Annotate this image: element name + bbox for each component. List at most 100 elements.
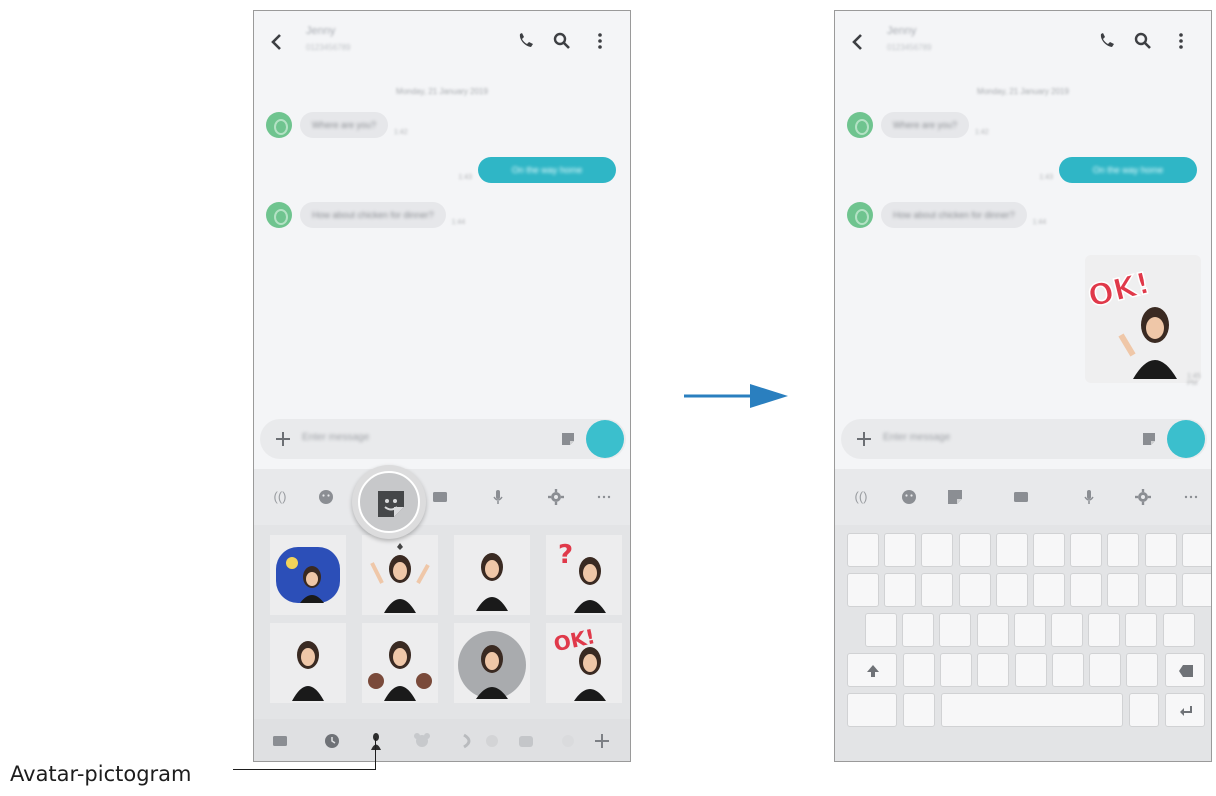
key[interactable] <box>1089 653 1121 687</box>
key[interactable] <box>903 653 935 687</box>
key[interactable] <box>940 653 973 687</box>
avatar-pictogram-icon[interactable] <box>366 731 386 751</box>
more-icon[interactable] <box>590 31 610 51</box>
more-icon[interactable] <box>1171 31 1191 51</box>
avatar-sticker[interactable] <box>270 623 346 703</box>
key[interactable] <box>976 613 1009 647</box>
settings-icon[interactable] <box>546 487 566 507</box>
call-icon[interactable] <box>1097 31 1117 51</box>
bixby-vision-icon[interactable]: (() <box>851 487 871 507</box>
back-icon[interactable] <box>847 31 869 53</box>
key[interactable] <box>884 533 917 567</box>
sticker-pack-icon[interactable] <box>516 731 536 751</box>
backspace-key[interactable] <box>1165 653 1205 687</box>
key[interactable] <box>1014 653 1047 687</box>
key[interactable] <box>939 613 972 647</box>
send-button[interactable] <box>586 420 624 458</box>
key[interactable] <box>1013 613 1046 647</box>
sent-avatar-sticker[interactable]: OK! <box>1084 255 1201 383</box>
gif-icon[interactable] <box>430 487 450 507</box>
enter-key[interactable] <box>1165 693 1205 727</box>
period-key[interactable] <box>1129 693 1159 727</box>
message-bubble[interactable]: On the way home <box>478 157 616 183</box>
key[interactable] <box>1051 613 1083 647</box>
more-options-icon[interactable] <box>594 487 614 507</box>
symbols-key[interactable] <box>847 693 897 727</box>
key[interactable] <box>847 573 879 607</box>
avatar-sticker[interactable]: OK! <box>546 623 622 703</box>
sticker-icon[interactable] <box>1141 431 1157 447</box>
search-icon[interactable] <box>552 31 572 51</box>
key[interactable] <box>1162 613 1195 647</box>
avatar-sticker[interactable] <box>362 535 438 615</box>
comma-key[interactable] <box>903 693 935 727</box>
sticker-pack-icon[interactable] <box>458 731 478 751</box>
key[interactable] <box>1125 613 1158 647</box>
recent-icon[interactable] <box>322 731 342 751</box>
avatar-sticker[interactable] <box>454 535 530 615</box>
space-key[interactable] <box>941 693 1123 727</box>
key[interactable] <box>1051 653 1084 687</box>
key[interactable] <box>977 653 1010 687</box>
key[interactable] <box>847 533 879 567</box>
key[interactable] <box>884 573 917 607</box>
avatar-sticker[interactable] <box>454 623 530 703</box>
key[interactable] <box>958 573 991 607</box>
avatar-sticker[interactable]: ? <box>546 535 622 615</box>
message-input[interactable]: Enter message <box>883 432 950 443</box>
emoji-icon[interactable] <box>899 487 919 507</box>
sticker-icon[interactable] <box>945 487 965 507</box>
search-icon[interactable] <box>1133 31 1153 51</box>
key[interactable] <box>1144 533 1177 567</box>
avatar-sticker[interactable] <box>362 623 438 703</box>
avatar[interactable] <box>266 112 292 138</box>
emoji-icon[interactable] <box>316 487 336 507</box>
key[interactable] <box>921 573 954 607</box>
key[interactable] <box>1144 573 1177 607</box>
sticker-icon[interactable] <box>560 431 576 447</box>
avatar[interactable] <box>266 202 292 228</box>
call-icon[interactable] <box>516 31 536 51</box>
key[interactable] <box>921 533 954 567</box>
message-bubble[interactable]: How about chicken for dinner? <box>300 202 446 228</box>
key[interactable] <box>995 573 1028 607</box>
avatar-sticker[interactable] <box>270 535 346 615</box>
key[interactable] <box>995 533 1028 567</box>
message-bubble[interactable]: On the way home <box>1059 157 1197 183</box>
key[interactable] <box>1070 573 1103 607</box>
sticker-pack-icon[interactable] <box>558 731 578 751</box>
mic-icon[interactable] <box>488 487 508 507</box>
mic-icon[interactable] <box>1079 487 1099 507</box>
message-input[interactable]: Enter message <box>302 432 369 443</box>
settings-icon[interactable] <box>1133 487 1153 507</box>
bixby-vision-icon[interactable]: (() <box>270 487 290 507</box>
send-button[interactable] <box>1167 420 1205 458</box>
message-bubble[interactable]: How about chicken for dinner? <box>881 202 1027 228</box>
key[interactable] <box>1126 653 1159 687</box>
avatar[interactable] <box>847 202 873 228</box>
key[interactable] <box>1033 533 1065 567</box>
key[interactable] <box>1033 573 1065 607</box>
message-bubble[interactable]: Where are you? <box>881 112 970 138</box>
key[interactable] <box>865 613 897 647</box>
sticker-button-highlight[interactable] <box>352 465 426 539</box>
more-options-icon[interactable] <box>1181 487 1201 507</box>
sticker-pack-icon[interactable] <box>412 731 432 751</box>
gif-icon[interactable] <box>1011 487 1031 507</box>
key[interactable] <box>902 613 935 647</box>
shift-key[interactable] <box>847 653 897 687</box>
key[interactable] <box>1181 533 1211 567</box>
key[interactable] <box>1088 613 1121 647</box>
key[interactable] <box>1070 533 1103 567</box>
key[interactable] <box>1107 573 1140 607</box>
plus-icon[interactable] <box>855 430 873 448</box>
key[interactable] <box>958 533 991 567</box>
back-icon[interactable] <box>266 31 288 53</box>
keyboard-icon[interactable] <box>270 731 290 751</box>
key[interactable] <box>1181 573 1211 607</box>
add-sticker-icon[interactable] <box>592 731 612 751</box>
plus-icon[interactable] <box>274 430 292 448</box>
sticker-pack-icon[interactable] <box>482 731 502 751</box>
message-bubble[interactable]: Where are you? <box>300 112 389 138</box>
avatar[interactable] <box>847 112 873 138</box>
